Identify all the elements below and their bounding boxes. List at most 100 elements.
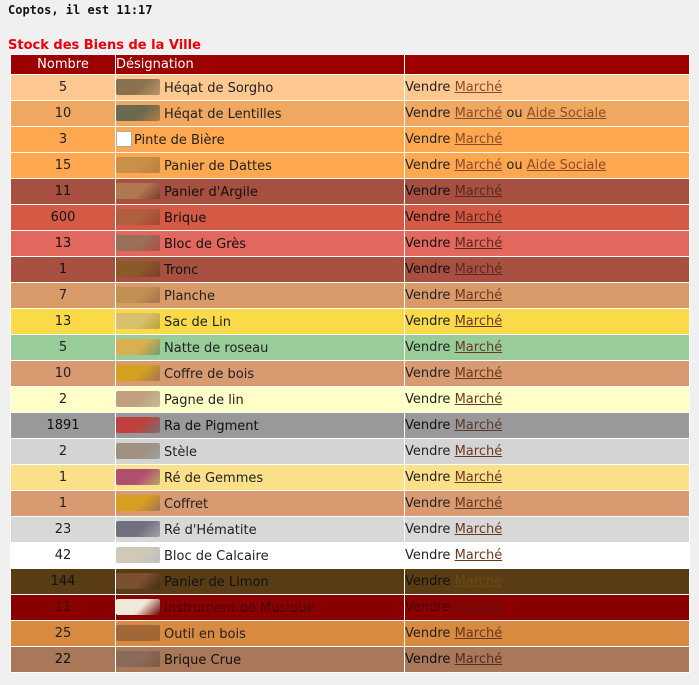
item-name: Sac de Lin bbox=[164, 315, 231, 330]
item-actions: Vendre Marché bbox=[404, 438, 690, 465]
item-quantity: 10 bbox=[10, 100, 116, 127]
item-designation: Outil en bois bbox=[115, 620, 405, 647]
table-row: 7 Planche Vendre Marché bbox=[10, 282, 690, 309]
item-actions: Vendre Marché bbox=[404, 620, 690, 647]
market-link[interactable]: Marché bbox=[455, 106, 503, 121]
table-row: 5 Natte de roseau Vendre Marché bbox=[10, 334, 690, 361]
item-actions: Vendre Marché bbox=[404, 464, 690, 491]
item-actions: Vendre Marché bbox=[404, 256, 690, 283]
item-designation: Tronc bbox=[115, 256, 405, 283]
item-actions: Vendre Marché bbox=[404, 178, 690, 205]
table-row: 600 Brique Vendre Marché bbox=[10, 204, 690, 231]
item-quantity: 1891 bbox=[10, 412, 116, 439]
market-link[interactable]: Marché bbox=[455, 600, 503, 615]
table-row: 1891 Ra de Pigment Vendre Marché bbox=[10, 412, 690, 439]
stock-table-body: 5 Héqat de Sorgho Vendre Marché 10 Héqat de … bbox=[10, 74, 690, 673]
item-designation: Panier d'Argile bbox=[115, 178, 405, 205]
item-actions: Vendre Marché bbox=[404, 568, 690, 595]
item-designation: Sac de Lin bbox=[115, 308, 405, 335]
item-actions: Vendre Marché bbox=[404, 516, 690, 543]
market-link[interactable]: Marché bbox=[455, 210, 503, 225]
item-quantity: 13 bbox=[10, 230, 116, 257]
item-designation: Natte de roseau bbox=[115, 334, 405, 361]
item-designation: Stèle bbox=[115, 438, 405, 465]
table-row: 2 Stèle Vendre Marché bbox=[10, 438, 690, 465]
item-quantity: 22 bbox=[10, 646, 116, 673]
market-link[interactable]: Marché bbox=[455, 80, 503, 95]
market-link[interactable]: Marché bbox=[455, 626, 503, 641]
table-row: 13 Bloc de Grès Vendre Marché bbox=[10, 230, 690, 257]
item-actions: Vendre Marché bbox=[404, 204, 690, 231]
item-name: Bloc de Calcaire bbox=[164, 549, 269, 564]
item-designation: Brique Crue bbox=[115, 646, 405, 673]
item-quantity: 2 bbox=[10, 438, 116, 465]
item-name: Brique bbox=[164, 211, 207, 226]
sell-label: Vendre bbox=[405, 522, 451, 537]
item-designation: Planche bbox=[115, 282, 405, 309]
market-link[interactable]: Marché bbox=[455, 158, 503, 173]
broken-image-icon bbox=[116, 131, 132, 147]
log-icon bbox=[116, 261, 160, 277]
sell-label: Vendre bbox=[405, 262, 451, 277]
table-row: 144 Panier de Limon Vendre Marché bbox=[10, 568, 690, 595]
social-aid-link[interactable]: Aide Sociale bbox=[527, 106, 606, 121]
item-quantity: 144 bbox=[10, 568, 116, 595]
sell-label: Vendre bbox=[405, 340, 451, 355]
item-quantity: 15 bbox=[10, 152, 116, 179]
lentils-icon bbox=[116, 105, 160, 121]
sandstone-icon bbox=[116, 235, 160, 251]
item-actions: Vendre Marché bbox=[404, 282, 690, 309]
market-link[interactable]: Marché bbox=[455, 522, 503, 537]
sell-label: Vendre bbox=[405, 600, 451, 615]
market-link[interactable]: Marché bbox=[455, 340, 503, 355]
market-link[interactable]: Marché bbox=[455, 262, 503, 277]
table-row: 42 Bloc de Calcaire Vendre Marché bbox=[10, 542, 690, 569]
table-row: 5 Héqat de Sorgho Vendre Marché bbox=[10, 74, 690, 101]
sell-label: Vendre bbox=[405, 496, 451, 511]
item-quantity: 11 bbox=[10, 178, 116, 205]
sell-label: Vendre bbox=[405, 366, 451, 381]
item-quantity: 5 bbox=[10, 334, 116, 361]
sell-label: Vendre bbox=[405, 158, 451, 173]
table-row: 11 Instrument de Musique Vendre Marché bbox=[10, 594, 690, 621]
item-name: Outil en bois bbox=[164, 627, 246, 642]
table-header-row: Nombre Désignation bbox=[10, 54, 690, 75]
market-link[interactable]: Marché bbox=[455, 470, 503, 485]
market-link[interactable]: Marché bbox=[455, 574, 503, 589]
market-link[interactable]: Marché bbox=[455, 496, 503, 511]
item-designation: Pinte de Bière bbox=[115, 126, 405, 153]
market-link[interactable]: Marché bbox=[455, 418, 503, 433]
item-name: Tronc bbox=[164, 263, 199, 278]
table-row: 3 Pinte de Bière Vendre Marché bbox=[10, 126, 690, 153]
pigment-icon bbox=[116, 417, 160, 433]
item-designation: Bloc de Calcaire bbox=[115, 542, 405, 569]
item-designation: Ra de Pigment bbox=[115, 412, 405, 439]
city-time-header: Coptos, il est 11:17 bbox=[8, 3, 153, 17]
sorghum-icon bbox=[116, 79, 160, 95]
item-name: Panier de Limon bbox=[164, 575, 269, 590]
market-link[interactable]: Marché bbox=[455, 444, 503, 459]
item-actions: Vendre Marché bbox=[404, 594, 690, 621]
market-link[interactable]: Marché bbox=[455, 366, 503, 381]
market-link[interactable]: Marché bbox=[455, 548, 503, 563]
item-actions: Vendre Marché bbox=[404, 490, 690, 517]
table-row: 1 Ré de Gemmes Vendre Marché bbox=[10, 464, 690, 491]
market-link[interactable]: Marché bbox=[455, 184, 503, 199]
item-actions: Vendre Marché bbox=[404, 646, 690, 673]
market-link[interactable]: Marché bbox=[455, 392, 503, 407]
table-row: 13 Sac de Lin Vendre Marché bbox=[10, 308, 690, 335]
item-name: Coffre de bois bbox=[164, 367, 255, 382]
limestone-icon bbox=[116, 547, 160, 563]
item-name: Panier de Dattes bbox=[164, 159, 272, 174]
reed-mat-icon bbox=[116, 339, 160, 355]
market-link[interactable]: Marché bbox=[455, 132, 503, 147]
clay-basket-icon bbox=[116, 183, 160, 199]
market-link[interactable]: Marché bbox=[455, 652, 503, 667]
social-aid-link[interactable]: Aide Sociale bbox=[527, 158, 606, 173]
item-actions: Vendre Marché bbox=[404, 412, 690, 439]
market-link[interactable]: Marché bbox=[455, 236, 503, 251]
market-link[interactable]: Marché bbox=[455, 288, 503, 303]
sell-label: Vendre bbox=[405, 184, 451, 199]
sell-label: Vendre bbox=[405, 314, 451, 329]
market-link[interactable]: Marché bbox=[455, 314, 503, 329]
